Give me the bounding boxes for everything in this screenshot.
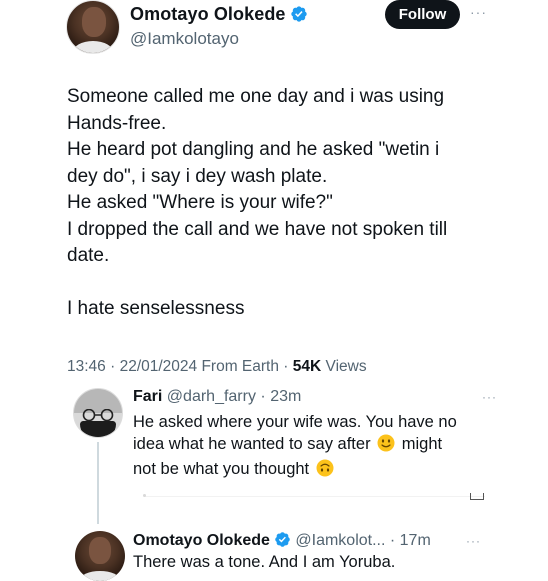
avatar-shirt xyxy=(80,571,120,581)
glasses-shape xyxy=(82,409,114,421)
reply-line: idea what he wanted to say after might xyxy=(133,433,493,458)
reply-avatar[interactable] xyxy=(73,388,123,438)
avatar-face xyxy=(89,537,111,564)
more-options-icon[interactable]: ··· xyxy=(466,534,481,548)
reply-line: He asked where your wife was. You have n… xyxy=(133,413,457,431)
tweet-line: I dropped the call and we have not spoke… xyxy=(67,218,448,240)
reply-line-text: might xyxy=(401,435,443,453)
reply-header: Omotayo Olokede @Iamkolot... · 17m xyxy=(133,531,431,553)
reply-text: There was a tone. And I am Yoruba. xyxy=(133,553,396,571)
tweet-time[interactable]: 13:46 xyxy=(67,358,106,375)
tweet-line: Someone called me one day and i was usin… xyxy=(67,86,445,107)
tweet-meta: 13:46 · 22/01/2024 From Earth · 54K View… xyxy=(67,358,367,376)
author-name-row[interactable]: Omotayo Olokede xyxy=(130,4,308,28)
meta-separator: · xyxy=(385,532,400,549)
tweet-line: date. xyxy=(67,245,110,266)
author-display-name[interactable]: Omotayo Olokede xyxy=(130,4,286,24)
tweet-date[interactable]: 22/01/2024 xyxy=(120,358,198,375)
faint-divider xyxy=(145,496,485,497)
tweet-line: He heard pot dangling and he asked "weti… xyxy=(67,139,440,160)
views-label[interactable]: Views xyxy=(326,358,367,375)
meta-separator: · xyxy=(255,388,271,405)
slightly-smiling-face-icon xyxy=(377,434,395,458)
avatar-mask xyxy=(80,421,116,437)
verified-badge-icon xyxy=(290,5,308,28)
verified-badge-icon xyxy=(274,531,291,553)
reply-time[interactable]: 17m xyxy=(400,532,431,549)
follow-button[interactable]: Follow xyxy=(385,0,460,29)
more-options-icon[interactable]: ··· xyxy=(482,390,497,404)
avatar-face xyxy=(82,7,106,37)
reply-display-name[interactable]: Fari xyxy=(133,388,162,405)
reply-handle[interactable]: @darh_farry xyxy=(167,388,256,405)
tweet-line: He asked "Where is your wife?" xyxy=(67,192,333,213)
tweet-line: Hands-free. xyxy=(67,112,167,134)
author-handle[interactable]: @Iamkolotayo xyxy=(130,29,239,49)
reply-line-text: not be what you thought xyxy=(133,460,310,478)
reply-header: Fari @darh_farry · 23m xyxy=(133,388,301,406)
reply-line-text: idea what he wanted to say after xyxy=(133,435,371,453)
reply-display-name[interactable]: Omotayo Olokede xyxy=(133,532,270,549)
reply-handle[interactable]: @Iamkolot... xyxy=(295,532,385,549)
faint-mark xyxy=(470,493,484,500)
views-count[interactable]: 54K xyxy=(293,358,321,375)
avatar-shirt xyxy=(73,41,113,53)
tweet-source: From Earth xyxy=(201,358,279,375)
tweet-line: dey do", i say i dey wash plate. xyxy=(67,165,328,187)
reply-avatar[interactable] xyxy=(75,531,125,581)
faint-dot xyxy=(143,494,146,497)
thread-connector-line xyxy=(97,442,99,524)
meta-separator: · xyxy=(278,358,293,375)
reply-time[interactable]: 23m xyxy=(270,388,301,405)
tweet-text: Someone called me one day and i was usin… xyxy=(67,84,487,323)
meta-separator: · xyxy=(105,358,120,375)
reply-text: He asked where your wife was. You have n… xyxy=(133,411,493,483)
upside-down-face-icon xyxy=(316,459,334,483)
author-avatar[interactable] xyxy=(66,0,120,54)
more-options-icon[interactable]: ··· xyxy=(470,4,487,20)
tweet-closing-line: I hate senselessness xyxy=(67,298,245,319)
reply-line: not be what you thought xyxy=(133,458,493,483)
